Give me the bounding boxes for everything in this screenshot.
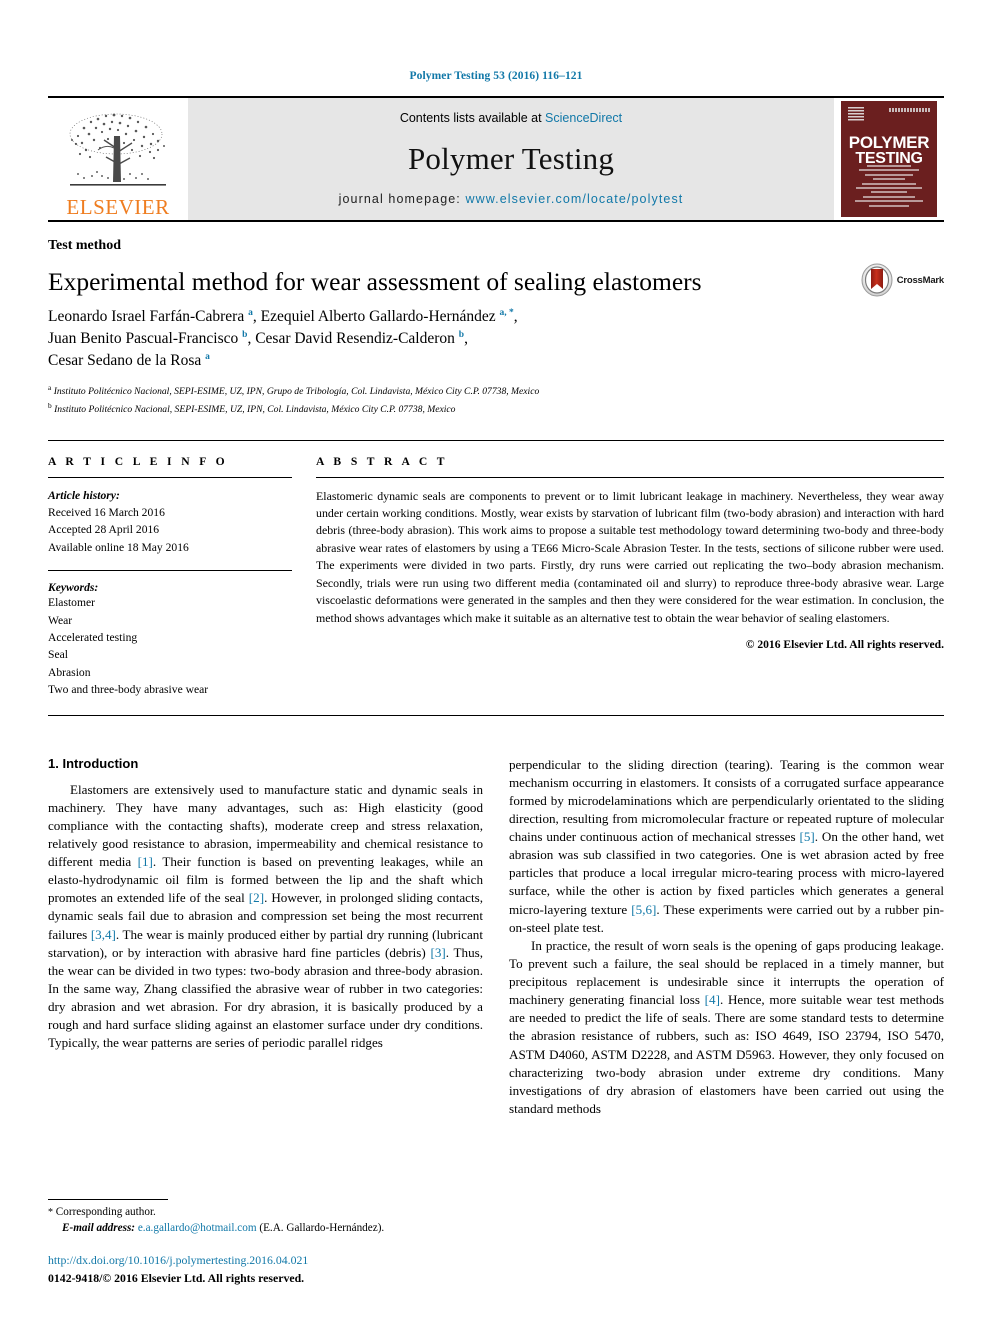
doi-link[interactable]: http://dx.doi.org/10.1016/j.polymertesti…: [48, 1252, 485, 1269]
intro-paragraph: In practice, the result of worn seals is…: [509, 937, 945, 1116]
crossmark-badge[interactable]: CrossMark: [860, 263, 944, 297]
body-column-left: 1. Introduction Elastomers are extensive…: [48, 756, 483, 1119]
doi-block: http://dx.doi.org/10.1016/j.polymertesti…: [48, 1252, 485, 1287]
running-head: Polymer Testing 53 (2016) 116–121: [409, 70, 583, 82]
history-online: Available online 18 May 2016: [48, 540, 189, 554]
homepage-prefix: journal homepage:: [338, 192, 466, 206]
body-column-right: perpendicular to the sliding direction (…: [509, 756, 944, 1119]
footnote-rule: [48, 1198, 168, 1200]
intro-paragraph-continued: perpendicular to the sliding direction (…: [509, 756, 944, 935]
body-columns: 1. Introduction Elastomers are extensive…: [48, 756, 944, 1119]
article-info-heading: A R T I C L E I N F O: [48, 454, 229, 468]
cover-title-line1: POLYMER: [848, 133, 930, 152]
journal-title: Polymer Testing: [407, 140, 615, 176]
corresponding-author-text: Corresponding author.: [55, 1205, 156, 1218]
info-abstract-block: A R T I C L E I N F O Article history: R…: [48, 439, 944, 716]
elsevier-tree-icon: [69, 113, 166, 186]
email-owner: (E.A. Gallardo-Hernández).: [259, 1221, 385, 1234]
abstract-column: A B S T R A C T Elastomeric dynamic seal…: [316, 455, 944, 699]
journal-cover-thumbnail: POLYMER TESTING: [834, 98, 944, 220]
keywords-heading: Keywords:: [48, 581, 99, 595]
article-type: Test method: [48, 238, 121, 253]
keyword-item: Two and three-body abrasive wear: [48, 683, 209, 697]
cover-elsevier-mark-icon: [848, 107, 864, 122]
article-info-column: A R T I C L E I N F O Article history: R…: [48, 455, 316, 699]
abstract-copyright: © 2016 Elsevier Ltd. All rights reserved…: [745, 638, 944, 652]
sciencedirect-link[interactable]: ScienceDirect: [545, 111, 622, 125]
cover-editor-lines: [850, 163, 928, 209]
elsevier-logo: ELSEVIER: [48, 98, 188, 220]
keyword-item: Abrasion: [48, 665, 91, 679]
title-row: Experimental method for wear assessment …: [48, 263, 944, 297]
journal-banner-center: Contents lists available at ScienceDirec…: [188, 98, 834, 220]
cover-tagline-placeholder: [889, 108, 931, 112]
affiliation-text: Instituto Politécnico Nacional, SEPI-ESI…: [54, 404, 456, 416]
affiliation-list: a Instituto Politécnico Nacional, SEPI-E…: [48, 382, 944, 418]
journal-header-band: ELSEVIER Contents lists available at Sci…: [48, 96, 944, 222]
abstract-text: Elastomeric dynamic seals are components…: [316, 488, 944, 625]
history-accepted: Accepted 28 April 2016: [48, 523, 160, 537]
affiliation-text: Instituto Politécnico Nacional, SEPI-ESI…: [53, 386, 540, 398]
author-list: Leonardo Israel Farfán-Cabrera a, Ezequi…: [48, 307, 518, 370]
page-footer: * Corresponding author. E-mail address: …: [48, 1198, 485, 1287]
keyword-item: Accelerated testing: [48, 630, 138, 644]
keyword-item: Elastomer: [48, 596, 96, 610]
contents-list-line: Contents lists available at ScienceDirec…: [400, 111, 622, 125]
history-received: Received 16 March 2016: [48, 506, 165, 519]
email-link[interactable]: e.a.gallardo@hotmail.com: [138, 1222, 257, 1234]
abstract-heading: A B S T R A C T: [316, 454, 448, 468]
email-label: E-mail address:: [62, 1221, 136, 1234]
corresponding-author-marker: *: [48, 1206, 53, 1218]
abstract-rule: [316, 476, 944, 478]
section-heading-introduction: 1. Introduction: [48, 755, 139, 771]
keyword-item: Seal: [48, 648, 68, 662]
keyword-item: Wear: [48, 613, 73, 627]
journal-homepage-line: journal homepage: www.elsevier.com/locat…: [339, 192, 684, 206]
affiliation-mark: a: [48, 383, 52, 393]
affiliation-item: a Instituto Politécnico Nacional, SEPI-E…: [48, 382, 944, 400]
affiliation-mark: b: [48, 400, 52, 410]
keywords-list: Elastomer Wear Accelerated testing Seal …: [48, 594, 292, 698]
article-page: Polymer Testing 53 (2016) 116–121 ELSEVI…: [0, 0, 992, 1323]
contents-prefix: Contents lists available at: [399, 111, 546, 125]
crossmark-label: CrossMark: [896, 274, 945, 286]
page-title: Experimental method for wear assessment …: [48, 267, 702, 296]
journal-homepage-link[interactable]: www.elsevier.com/locate/polytest: [465, 192, 683, 206]
crossmark-icon: [861, 263, 893, 297]
corresponding-author-note: * Corresponding author.: [48, 1205, 485, 1221]
keywords-block: Keywords: Elastomer Wear Accelerated tes…: [48, 570, 292, 698]
email-note: E-mail address: e.a.gallardo@hotmail.com…: [48, 1221, 485, 1237]
elsevier-wordmark: ELSEVIER: [66, 195, 170, 219]
affiliation-item: b Instituto Politécnico Nacional, SEPI-E…: [48, 400, 944, 418]
article-info-rule: [48, 476, 292, 478]
issn-copyright-line: 0142-9418/© 2016 Elsevier Ltd. All right…: [48, 1271, 305, 1285]
article-history-heading: Article history:: [48, 488, 120, 502]
article-history: Article history: Received 16 March 2016 …: [48, 487, 292, 557]
intro-paragraph: Elastomers are extensively used to manuf…: [48, 781, 483, 1051]
